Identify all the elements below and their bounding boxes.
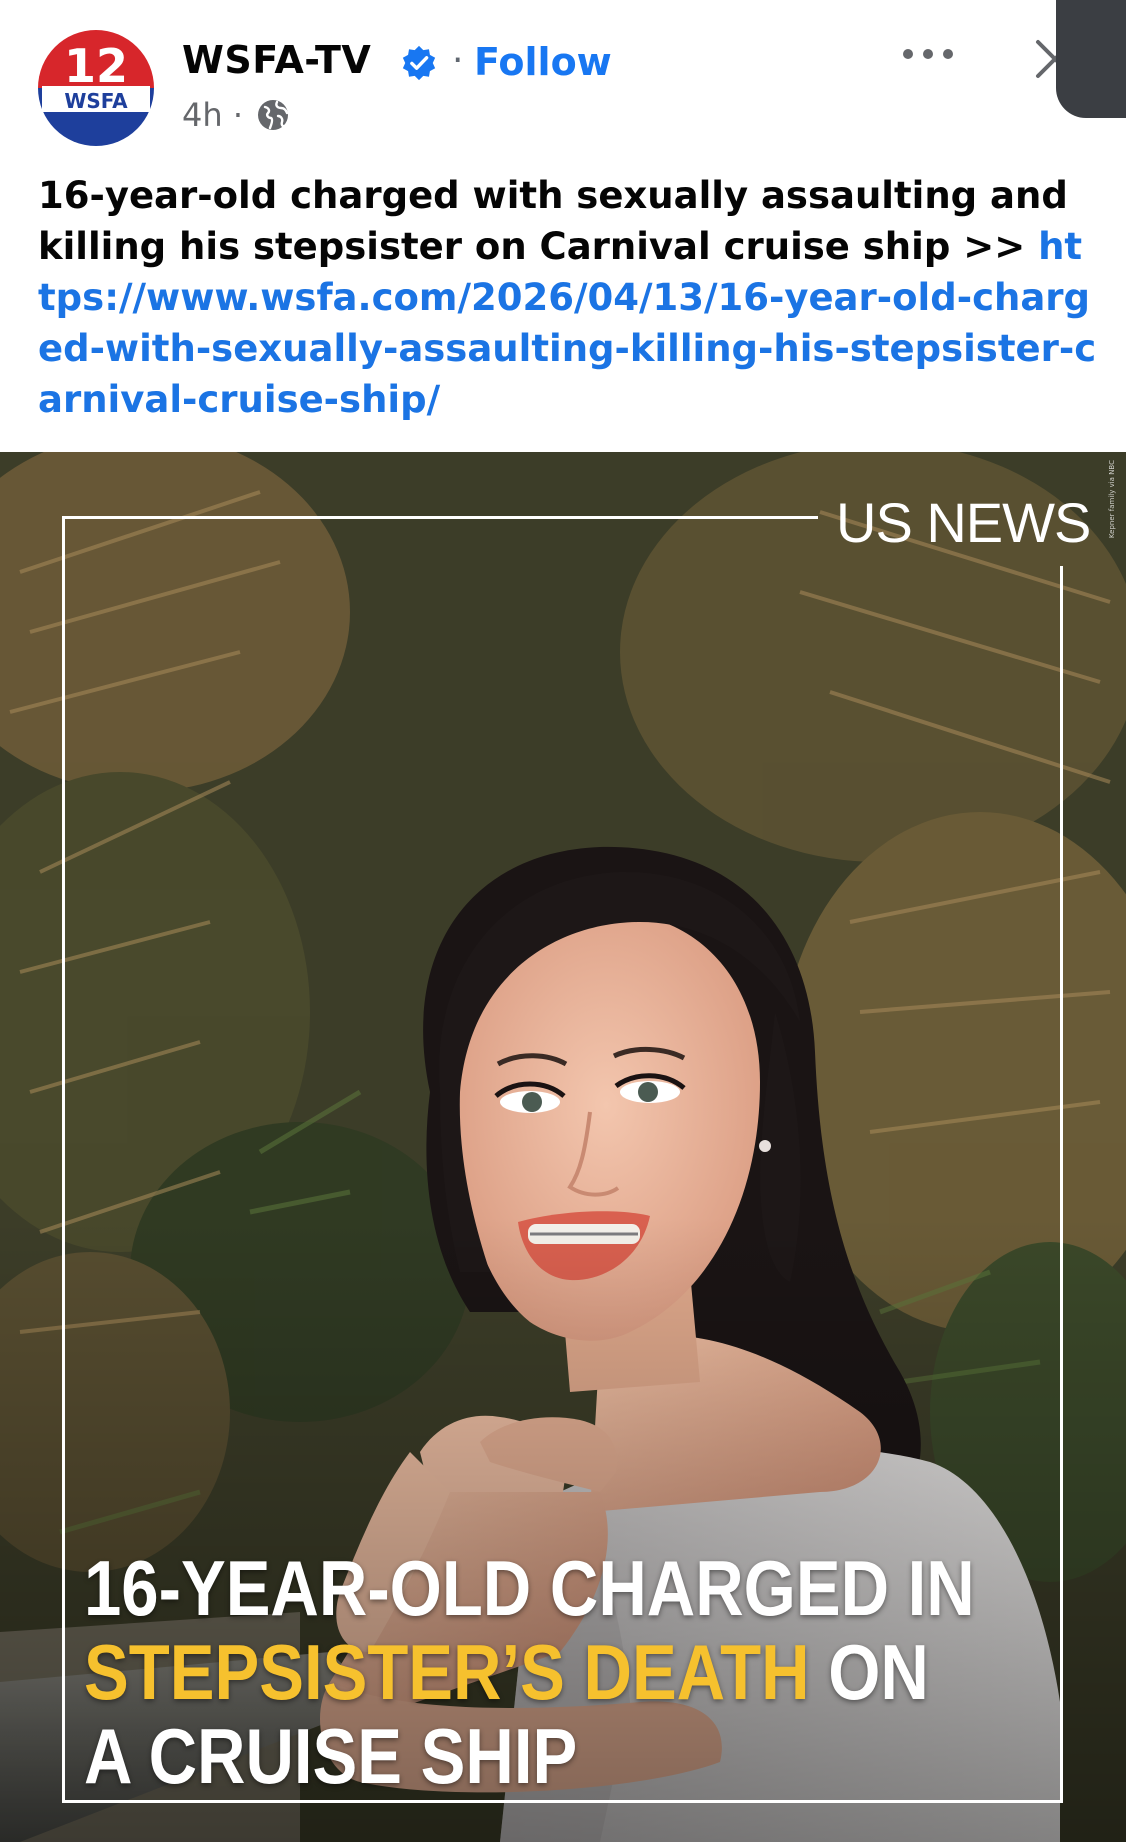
more-options-icon[interactable] bbox=[898, 36, 958, 72]
headline-line-2-rest: ON bbox=[809, 1628, 929, 1716]
post-time: 4h · bbox=[182, 96, 243, 134]
headline-line-3: A CRUISE SHIP bbox=[84, 1712, 578, 1800]
follow-button[interactable]: Follow bbox=[474, 40, 612, 84]
wsfa-logo: 12 WSFA bbox=[36, 28, 156, 148]
post-header: 12 WSFA WSFA-TV · Follow 4h · bbox=[0, 0, 1126, 150]
page-name[interactable]: WSFA-TV bbox=[182, 38, 371, 82]
image-headline: 16-YEAR-OLD CHARGED IN STEPSISTER’S DEAT… bbox=[84, 1544, 975, 1800]
headline-highlight: STEPSISTER’S DEATH bbox=[84, 1628, 810, 1716]
page-avatar[interactable]: 12 WSFA bbox=[36, 28, 156, 148]
headline-line-2: STEPSISTER’S DEATH ON bbox=[84, 1628, 929, 1716]
frame-line-bottom bbox=[62, 1800, 1063, 1803]
caption-text: 16-year-old charged with sexually assaul… bbox=[38, 174, 1068, 268]
post-image[interactable]: US NEWS Kepner family via NBC 16-YEAR-OL… bbox=[0, 452, 1126, 1842]
logo-call-sign: WSFA bbox=[64, 89, 128, 113]
post-caption: 16-year-old charged with sexually assaul… bbox=[38, 170, 1098, 425]
headline-line-1: 16-YEAR-OLD CHARGED IN bbox=[84, 1544, 975, 1632]
verified-badge-icon bbox=[402, 45, 436, 81]
overlay-tab bbox=[1056, 0, 1126, 118]
section-label: US NEWS bbox=[836, 491, 1091, 554]
frame-line-top bbox=[62, 516, 818, 519]
logo-number: 12 bbox=[64, 39, 128, 93]
frame-line-right bbox=[1060, 566, 1063, 1802]
globe-icon bbox=[258, 100, 289, 130]
frame-line-left bbox=[62, 516, 65, 1802]
separator-dot: · bbox=[452, 40, 464, 81]
photo-credit: Kepner family via NBC bbox=[1108, 460, 1116, 539]
